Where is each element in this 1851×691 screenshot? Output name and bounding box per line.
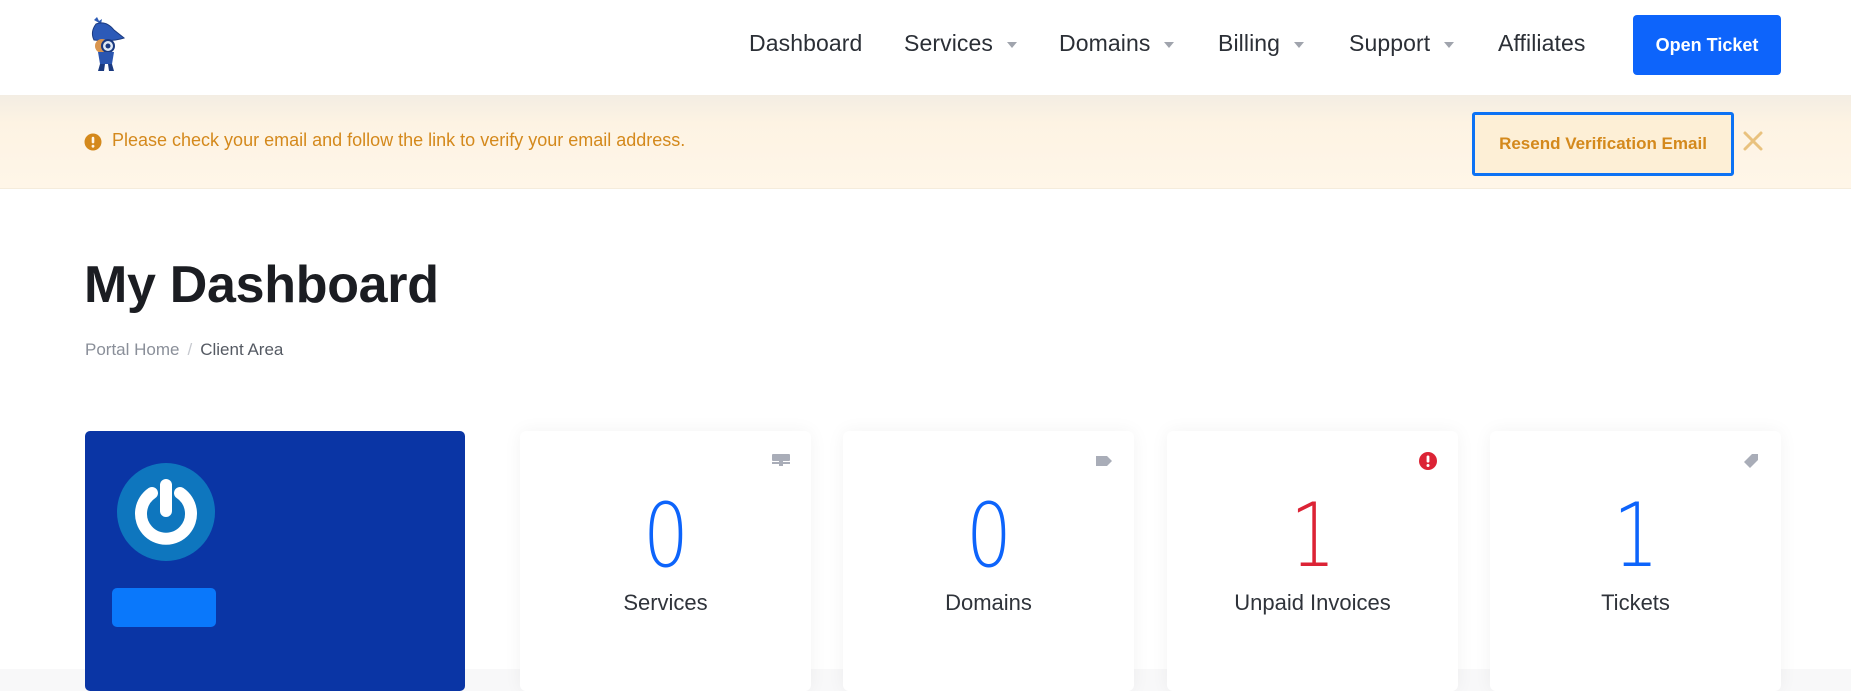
stat-label: Services [623, 590, 708, 615]
avatar [117, 463, 215, 561]
detective-logo-icon [91, 17, 126, 71]
nav-label: Dashboard [749, 30, 863, 56]
nav-label: Services [904, 30, 993, 56]
stat-value: 1 [1490, 486, 1781, 586]
stat-card-tickets[interactable]: 1 Tickets [1490, 431, 1781, 691]
open-ticket-button[interactable]: Open Ticket [1633, 15, 1781, 75]
breadcrumb-client-area: Client Area [200, 340, 284, 359]
power-icon [135, 479, 197, 545]
breadcrumb-separator: / [187, 340, 193, 359]
nav-label: Affiliates [1498, 30, 1586, 56]
ticket-icon [1741, 451, 1761, 471]
close-alert-button[interactable] [1740, 128, 1766, 156]
caret-down-icon [1294, 41, 1305, 48]
stat-label: Tickets [1601, 590, 1670, 615]
stat-value: 0 [520, 486, 811, 586]
stat-value-text: 0 [642, 484, 689, 587]
nav-label: Domains [1059, 30, 1151, 56]
breadcrumb: Portal Home / Client Area [85, 340, 283, 360]
nav-affiliates[interactable]: Affiliates [1498, 30, 1586, 57]
stat-card-services[interactable]: 0 Services [520, 431, 811, 691]
nav-dashboard[interactable]: Dashboard [749, 30, 862, 57]
breadcrumb-portal-home[interactable]: Portal Home [85, 340, 179, 360]
nav-support[interactable]: Support [1349, 30, 1455, 57]
stat-value-text: 1 [1612, 484, 1659, 587]
server-icon [771, 451, 791, 471]
nav-services[interactable]: Services [904, 30, 1017, 57]
close-icon [1743, 131, 1763, 150]
stat-value-text: 1 [1289, 484, 1336, 587]
stat-label: Unpaid Invoices [1234, 590, 1391, 615]
page-title: My Dashboard [84, 256, 439, 314]
caret-down-icon [1164, 41, 1175, 48]
nav-billing[interactable]: Billing [1218, 30, 1305, 57]
stat-card-domains[interactable]: 0 Domains [843, 431, 1134, 691]
caret-down-icon [1007, 41, 1017, 48]
stat-value: 0 [843, 486, 1134, 586]
logo[interactable] [84, 16, 130, 72]
nav-label: Support [1349, 30, 1431, 56]
alert-message: Please check your email and follow the l… [112, 130, 686, 150]
profile-action-button[interactable] [112, 588, 216, 627]
resend-verification-email-button[interactable]: Resend Verification Email [1472, 112, 1734, 176]
stat-value-text: 0 [965, 484, 1012, 587]
nav-label: Billing [1218, 30, 1281, 56]
top-navbar: Dashboard Services Domains Billing Suppo… [0, 0, 1851, 95]
nav-domains[interactable]: Domains [1059, 30, 1175, 57]
exclamation-circle-icon [84, 133, 102, 151]
stat-value: 1 [1167, 486, 1458, 586]
stat-label: Domains [945, 590, 1032, 615]
caret-down-icon [1444, 41, 1455, 48]
tag-icon [1094, 451, 1114, 471]
stat-card-unpaid-invoices[interactable]: 1 Unpaid Invoices [1167, 431, 1458, 691]
exclamation-circle-icon [1418, 451, 1438, 471]
